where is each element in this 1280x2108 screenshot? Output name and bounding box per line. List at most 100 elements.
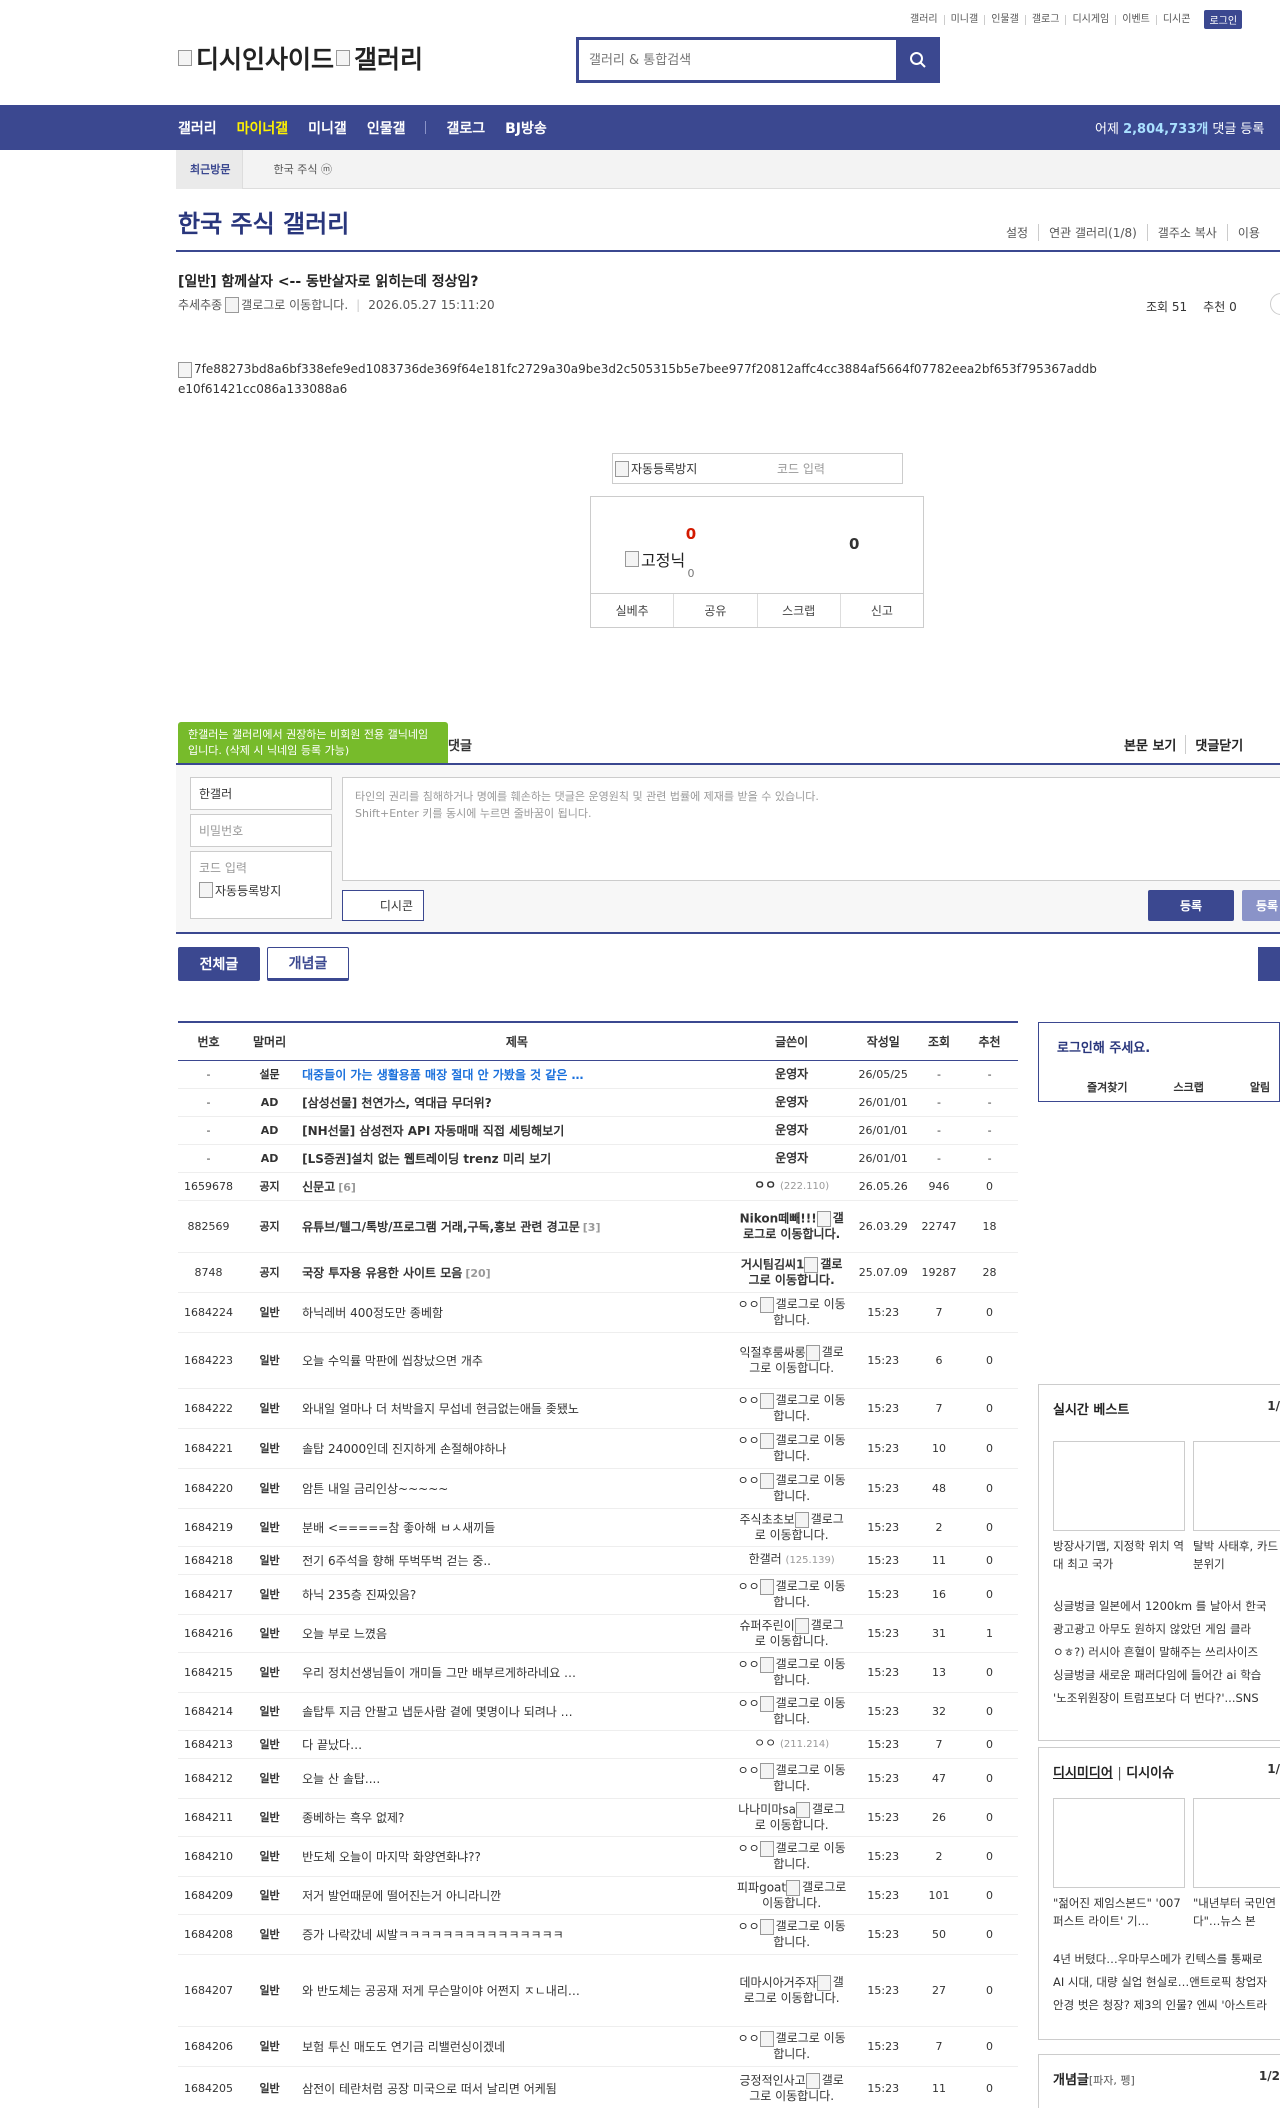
- table-row[interactable]: 1684207 일반 와 반도체는 공공재 저게 무슨말이야 어쩐지 ㅈㄴ내리… 데마…: [178, 1954, 1018, 2027]
- row-title[interactable]: 솔탑 24000인데 진지하게 손절해야하나: [300, 1428, 734, 1469]
- row-title-text[interactable]: 하닉 235층 진짜있음?: [302, 1588, 416, 1602]
- row-title-text[interactable]: 우리 정치선생님들이 개미들 그만 배부르게하라네요 …: [302, 1666, 576, 1680]
- row-writer[interactable]: ㅇㅇ 갤로그로 이동합니다.: [733, 2026, 850, 2067]
- nav-minor-gallery[interactable]: 마이너갤: [237, 118, 289, 138]
- gallog-icon[interactable]: 갤로그로 이동합니다.: [759, 2030, 846, 2061]
- row-title[interactable]: [삼성선물] 천연가스, 역대급 무더위?: [300, 1088, 734, 1117]
- row-writer[interactable]: ㅇㅇ 갤로그로 이동합니다.: [733, 1836, 850, 1877]
- gallery-title[interactable]: 한국 주식 갤러리: [178, 204, 349, 239]
- row-title[interactable]: 국장 투자용 유용한 사이트 모음 [20]: [300, 1252, 734, 1293]
- row-title-text[interactable]: 솔탑 24000인데 진지하게 손절해야하나: [302, 1442, 506, 1456]
- top-link-minigall[interactable]: 미니갤: [943, 14, 985, 25]
- table-row[interactable]: 1684224 일반 하닉레버 400정도만 종베함 ㅇㅇ 갤로그로 이동합니다. 15:…: [178, 1292, 1018, 1333]
- copy-gallery-url[interactable]: 갤주소 복사: [1146, 224, 1227, 241]
- row-title[interactable]: 와 반도체는 공공재 저게 무슨말이야 어쩐지 ㅈㄴ내리…: [300, 1954, 734, 2027]
- row-writer[interactable]: ㅇㅇ 갤로그로 이동합니다.: [733, 1914, 850, 1955]
- writer-name[interactable]: 운영자: [775, 1095, 808, 1109]
- writer-name[interactable]: ㅇㅇ: [738, 1763, 760, 1777]
- row-writer[interactable]: ㅇㅇ 갤로그로 이동합니다.: [733, 1468, 850, 1509]
- row-title[interactable]: 신문고 [6]: [300, 1172, 734, 1201]
- post-author[interactable]: 추세추종: [178, 296, 222, 313]
- gallog-icon[interactable]: 갤로그로 이동합니다.: [759, 1296, 846, 1327]
- row-title-text[interactable]: 오늘 부로 느꼈음: [302, 1627, 387, 1641]
- gallog-icon[interactable]: 갤로그로 이동합니다.: [759, 1472, 846, 1503]
- media-caption-2[interactable]: "내년부터 국민연 바뀐다"…뉴스 본: [1193, 1894, 1280, 1930]
- gallog-icon[interactable]: 갤로그로 이동합니다.: [759, 1918, 846, 1949]
- media-thumb-2[interactable]: [1193, 1798, 1280, 1888]
- nav-gallog[interactable]: 갤로그: [446, 118, 485, 138]
- tab-all-posts[interactable]: 전체글: [178, 947, 260, 981]
- gallog-icon[interactable]: 갤로그로 이동합니다.: [759, 1840, 846, 1871]
- writer-name[interactable]: ㅇㅇ: [738, 1393, 760, 1407]
- best-caption-2[interactable]: 탈박 사태후, 카드 스벅 손절 분위기: [1193, 1537, 1280, 1573]
- row-title-text[interactable]: 반도체 오늘이 마지막 화양연화냐??: [302, 1850, 481, 1864]
- tab-concept-posts[interactable]: 개념글: [267, 947, 349, 981]
- write-button[interactable]: [1258, 947, 1280, 981]
- best-thumb-1[interactable]: [1053, 1441, 1185, 1531]
- row-title[interactable]: 우리 정치선생님들이 개미들 그만 배부르게하라네요 …: [300, 1652, 734, 1693]
- row-title-text[interactable]: [LS증권]설치 없는 웹트레이딩 trenz 미리 보기: [302, 1152, 551, 1166]
- writer-name[interactable]: Nikon떼빼!!!: [740, 1211, 817, 1225]
- gallog-icon[interactable]: 갤로그로 이동합니다.: [759, 1432, 846, 1463]
- table-row[interactable]: 1684208 일반 증가 나락갔네 씨발ㅋㅋㅋㅋㅋㅋㅋㅋㅋㅋㅋㅋㅋㅋㅋ ㅇㅇ 갤로그로…: [178, 1914, 1018, 1955]
- table-row[interactable]: 1684210 일반 반도체 오늘이 마지막 화양연화냐?? ㅇㅇ 갤로그로 이동합니다…: [178, 1836, 1018, 1877]
- row-title[interactable]: 저거 발언때문에 떨어진는거 아니라니깐: [300, 1876, 734, 1915]
- table-row[interactable]: 1684209 일반 저거 발언때문에 떨어진는거 아니라니깐 피파goat 갤로그로 …: [178, 1876, 1018, 1915]
- row-title[interactable]: [NH선물] 삼성전자 API 자동매매 직접 세팅해보기: [300, 1116, 734, 1145]
- site-logo[interactable]: 디시인사이드 갤러리: [178, 40, 423, 76]
- row-writer[interactable]: ㅇㅇ 갤로그로 이동합니다.: [733, 1692, 850, 1731]
- row-title-text[interactable]: 암튼 내일 금리인상~~~~~: [302, 1482, 448, 1496]
- recent-visit-label[interactable]: 최근방문: [176, 149, 244, 189]
- writer-name[interactable]: 운영자: [775, 1151, 808, 1165]
- gallog-icon[interactable]: [225, 296, 240, 313]
- gallog-icon[interactable]: 갤로그로 이동합니다.: [759, 1656, 846, 1687]
- table-row[interactable]: 1684222 일반 와내일 얼마나 더 처박을지 무섭네 현금없는애들 좆됐노 ㅇㅇ…: [178, 1388, 1018, 1429]
- row-title[interactable]: 보험 투신 매도도 연기금 리밸런싱이겠네: [300, 2026, 734, 2067]
- writer-name[interactable]: ㅇㅇ: [738, 1297, 760, 1311]
- table-row[interactable]: 1684206 일반 보험 투신 매도도 연기금 리밸런싱이겠네 ㅇㅇ 갤로그로 이동합…: [178, 2026, 1018, 2067]
- writer-name[interactable]: ㅇㅇ: [738, 1919, 760, 1933]
- close-comments-link[interactable]: 댓글닫기: [1185, 735, 1252, 754]
- media-news-1[interactable]: 4년 버텼다…우마무스메가 킨텍스를 통째로: [1053, 1948, 1267, 1971]
- writer-name[interactable]: ㅇㅇ: [738, 1579, 760, 1593]
- row-title[interactable]: 하닉레버 400정도만 종베함: [300, 1292, 734, 1333]
- concept-title-text[interactable]: 개념글: [1053, 2073, 1089, 2088]
- notification-link[interactable]: 알림: [1250, 1079, 1270, 1095]
- row-title[interactable]: 증가 나락갔네 씨발ㅋㅋㅋㅋㅋㅋㅋㅋㅋㅋㅋㅋㅋㅋㅋ: [300, 1914, 734, 1955]
- related-galleries[interactable]: 연관 갤러리(1/8): [1038, 224, 1147, 241]
- row-title[interactable]: 하닉 235층 진짜있음?: [300, 1574, 734, 1615]
- row-writer[interactable]: ㅇㅇ (211.214): [733, 1730, 850, 1759]
- best-news-3[interactable]: ㅇㅎ?) 러시아 흔혈이 말해주는 쓰리사이즈: [1053, 1641, 1267, 1664]
- writer-name[interactable]: 데마시아거주자: [739, 1975, 816, 1989]
- writer-name[interactable]: ㅇㅇ: [754, 1178, 776, 1192]
- writer-name[interactable]: 주식초초보: [739, 1512, 794, 1526]
- dccon-button[interactable]: 디시콘: [342, 890, 424, 921]
- best-caption-1[interactable]: 방장사기맵, 지정학 위치 역대 최고 국가: [1053, 1537, 1188, 1573]
- table-row[interactable]: 1684215 일반 우리 정치선생님들이 개미들 그만 배부르게하라네요 … ㅇㅇ 갤…: [178, 1652, 1018, 1693]
- row-writer[interactable]: ㅇㅇ (222.110): [733, 1172, 850, 1201]
- media-news-2[interactable]: AI 시대, 대량 실업 현실로…앤트로픽 창업자: [1053, 1971, 1267, 1994]
- row-writer[interactable]: 운영자: [733, 1060, 850, 1089]
- row-title[interactable]: 유튜브/텔그/톡방/프로그램 거래,구독,홍보 관련 경고문 [3]: [300, 1200, 734, 1253]
- row-title-text[interactable]: 신문고: [302, 1180, 335, 1194]
- login-prompt[interactable]: 로그인해 주세요.: [1057, 1037, 1150, 1056]
- table-row[interactable]: 1684211 일반 종베하는 흑우 없제? 나나미마sa 갤로그로 이동합니다. 15:…: [178, 1798, 1018, 1837]
- best-news-5[interactable]: '노조위원장이 트럼프보다 더 번다?'...SNS: [1053, 1687, 1267, 1710]
- table-row[interactable]: 1659678 공지 신문고 [6] ㅇㅇ (222.110) 26.05.26 946 0: [178, 1172, 1018, 1201]
- report-button[interactable]: 신고: [839, 594, 923, 627]
- top-link-dccon[interactable]: 디시콘: [1155, 14, 1197, 25]
- row-title[interactable]: 분배 <=====참 좋아해 ㅂㅅ새끼들: [300, 1508, 734, 1547]
- table-row[interactable]: 1684214 일반 솔탑투 지금 안팔고 냅둔사람 곁에 몇명이나 되려나 … ㅇㅇ…: [178, 1692, 1018, 1731]
- table-row[interactable]: 882569 공지 유튜브/텔그/톡방/프로그램 거래,구독,홍보 관련 경고문 [3…: [178, 1200, 1018, 1253]
- writer-name[interactable]: 나나미마sa: [738, 1802, 796, 1816]
- table-row[interactable]: 1684220 일반 암튼 내일 금리인상~~~~~ ㅇㅇ 갤로그로 이동합니다. 15:…: [178, 1468, 1018, 1509]
- row-writer[interactable]: 주식초초보 갤로그로 이동합니다.: [733, 1508, 850, 1547]
- media-caption-1[interactable]: "젊어진 제임스본드" '007 퍼스트 라이트' 기…: [1053, 1894, 1188, 1930]
- row-title-text[interactable]: 와 반도체는 공공재 저게 무슨말이야 어쩐지 ㅈㄴ내리…: [302, 1984, 580, 1998]
- writer-name[interactable]: ㅇㅇ: [738, 1473, 760, 1487]
- top-link-event[interactable]: 이벤트: [1115, 14, 1156, 25]
- row-title[interactable]: 암튼 내일 금리인상~~~~~: [300, 1468, 734, 1509]
- row-writer[interactable]: ㅇㅇ 갤로그로 이동합니다.: [733, 1292, 850, 1333]
- row-title-text[interactable]: 삼전이 테란처럼 공장 미국으로 떠서 날리면 어케됨: [302, 2082, 557, 2096]
- row-title-text[interactable]: 다 끝났다…: [302, 1738, 362, 1752]
